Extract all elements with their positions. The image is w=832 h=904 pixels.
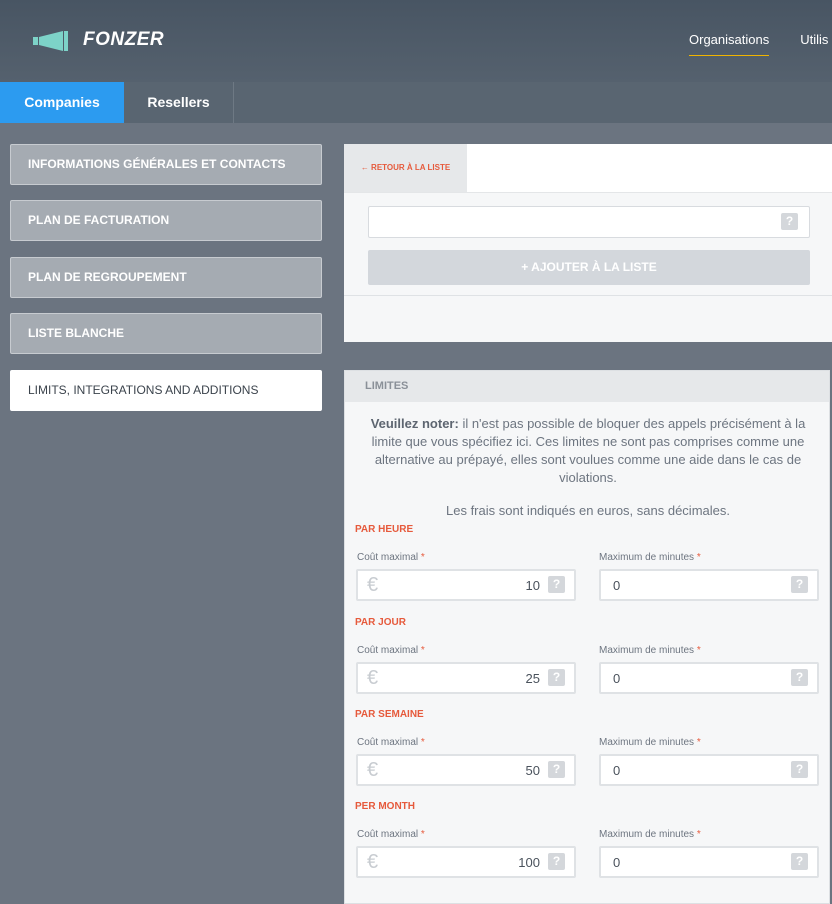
cost-input-monthly[interactable]: € 100 ?: [356, 846, 576, 878]
tab-bar: Companies Resellers: [0, 82, 832, 123]
sidebar-item-whitelist[interactable]: LISTE BLANCHE: [10, 313, 322, 354]
help-icon[interactable]: ?: [791, 761, 808, 778]
top-nav: Organisations Utilis: [689, 32, 828, 56]
list-panel: ? + AJOUTER À LA LISTE: [344, 192, 832, 342]
help-icon[interactable]: ?: [791, 669, 808, 686]
section-title-hourly: PAR HEURE: [355, 524, 414, 535]
limits-note: Veuillez noter: il n'est pas possible de…: [359, 415, 817, 487]
tab-resellers[interactable]: Resellers: [124, 82, 234, 123]
nav-organisations[interactable]: Organisations: [689, 32, 770, 56]
cost-label-weekly: Coût maximal *: [357, 737, 425, 748]
cost-input-daily[interactable]: € 25 ?: [356, 662, 576, 694]
minutes-value-daily: 0: [613, 671, 621, 686]
minutes-value-monthly: 0: [613, 855, 621, 870]
cost-value-hourly: 10: [525, 578, 540, 593]
tab-companies[interactable]: Companies: [0, 82, 124, 123]
help-icon[interactable]: ?: [791, 576, 808, 593]
euro-icon: €: [367, 667, 379, 689]
euro-icon: €: [367, 851, 379, 873]
section-title-daily: PAR JOUR: [355, 617, 406, 628]
cost-label-monthly: Coût maximal *: [357, 829, 425, 840]
minutes-input-weekly[interactable]: 0 ?: [599, 754, 819, 786]
help-icon[interactable]: ?: [791, 853, 808, 870]
limits-title: LIMITES: [345, 371, 829, 402]
help-icon[interactable]: ?: [781, 213, 798, 230]
help-icon[interactable]: ?: [548, 576, 565, 593]
top-bar: FONZER Organisations Utilis: [0, 0, 832, 82]
divider: [344, 295, 832, 296]
euro-icon: €: [367, 759, 379, 781]
euro-icon: €: [367, 574, 379, 596]
header-panel: ← RETOUR À LA LISTE: [344, 144, 832, 192]
section-title-monthly: PER MONTH: [355, 801, 415, 812]
limits-note-bold: Veuillez noter:: [370, 416, 459, 431]
cost-value-weekly: 50: [525, 763, 540, 778]
minutes-label-hourly: Maximum de minutes *: [599, 552, 701, 563]
minutes-value-hourly: 0: [613, 578, 621, 593]
cost-value-monthly: 100: [518, 855, 540, 870]
cost-label-hourly: Coût maximal *: [357, 552, 425, 563]
minutes-input-hourly[interactable]: 0 ?: [599, 569, 819, 601]
cost-value-daily: 25: [525, 671, 540, 686]
limits-panel: LIMITES Veuillez noter: il n'est pas pos…: [344, 370, 830, 904]
section-title-weekly: PAR SEMAINE: [355, 709, 424, 720]
minutes-label-weekly: Maximum de minutes *: [599, 737, 701, 748]
nav-utilisateurs[interactable]: Utilis: [800, 32, 828, 56]
help-icon[interactable]: ?: [548, 669, 565, 686]
list-entry-input[interactable]: ?: [368, 206, 810, 238]
cost-label-daily: Coût maximal *: [357, 645, 425, 656]
help-icon[interactable]: ?: [548, 853, 565, 870]
cost-input-weekly[interactable]: € 50 ?: [356, 754, 576, 786]
add-to-list-button[interactable]: + AJOUTER À LA LISTE: [368, 250, 810, 285]
sidebar-item-billing-plan[interactable]: PLAN DE FACTURATION: [10, 200, 322, 241]
back-to-list-link[interactable]: ← RETOUR À LA LISTE: [344, 144, 467, 192]
minutes-input-monthly[interactable]: 0 ?: [599, 846, 819, 878]
app-logo-text: FONZER: [83, 29, 165, 50]
sidebar-item-grouping-plan[interactable]: PLAN DE REGROUPEMENT: [10, 257, 322, 298]
minutes-label-daily: Maximum de minutes *: [599, 645, 701, 656]
minutes-value-weekly: 0: [613, 763, 621, 778]
megaphone-logo-icon: [33, 31, 68, 51]
cost-input-hourly[interactable]: € 10 ?: [356, 569, 576, 601]
sidebar-item-general-info[interactable]: INFORMATIONS GÉNÉRALES ET CONTACTS: [10, 144, 322, 185]
sidebar-item-limits[interactable]: LIMITS, INTEGRATIONS AND ADDITIONS: [10, 370, 322, 411]
limits-currency-note: Les frais sont indiqués en euros, sans d…: [446, 503, 730, 518]
help-icon[interactable]: ?: [548, 761, 565, 778]
minutes-label-monthly: Maximum de minutes *: [599, 829, 701, 840]
minutes-input-daily[interactable]: 0 ?: [599, 662, 819, 694]
